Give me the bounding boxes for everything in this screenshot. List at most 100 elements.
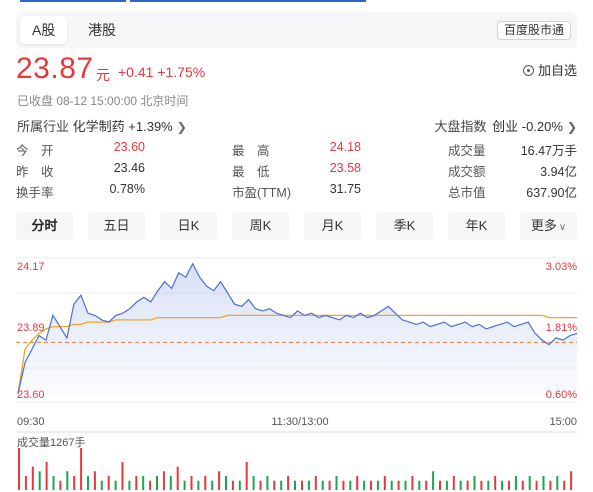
stat-value: 637.90亿 xyxy=(526,186,577,200)
volume-bar xyxy=(259,480,262,490)
volume-bar xyxy=(480,480,483,490)
volume-bar xyxy=(508,480,510,490)
volume-bar xyxy=(397,480,400,490)
pct-tick-mid: 1.81% xyxy=(546,322,577,334)
volume-bar xyxy=(80,448,83,490)
volume-bar xyxy=(121,462,124,490)
volume-bar xyxy=(294,480,296,490)
volume-bar xyxy=(135,476,138,490)
volume-bar xyxy=(411,476,414,490)
volume-bar xyxy=(335,476,338,490)
volume-bar xyxy=(404,480,407,490)
volume-bar xyxy=(24,476,27,490)
volume-bar xyxy=(197,480,200,490)
add-watchlist-label: 加自选 xyxy=(537,63,577,78)
volume-bar xyxy=(535,480,538,490)
period-tab-5day[interactable]: 五日 xyxy=(88,212,145,240)
volume-bar xyxy=(162,471,165,490)
volume-bar xyxy=(356,476,359,490)
volume-bar xyxy=(487,480,490,490)
volume-bar xyxy=(342,480,345,490)
volume-bar xyxy=(93,471,96,490)
stats-row: 今 开 23.60 最 高 24.18 成交量 16.47万手 xyxy=(16,140,577,160)
volume-bar xyxy=(432,471,435,490)
industry-name: 化学制药 xyxy=(72,119,125,134)
index-link[interactable]: 大盘指数 创业 -0.20% ❯ xyxy=(434,116,577,135)
volume-bar xyxy=(501,480,504,490)
volume-bar xyxy=(287,476,290,490)
volume-bars xyxy=(18,448,573,490)
volume-bar xyxy=(59,480,62,490)
price-unit: 元 xyxy=(96,67,110,83)
volume-bar xyxy=(452,476,455,490)
volume-bar xyxy=(425,480,428,490)
stat-value: 3.94亿 xyxy=(540,165,577,179)
industry-link[interactable]: 所属行业 化学制药 +1.39% ❯ xyxy=(17,116,187,135)
volume-bar xyxy=(383,476,386,490)
volume-bar xyxy=(321,480,324,490)
volume-bar xyxy=(466,480,469,490)
x-tick-close: 15:00 xyxy=(549,416,577,428)
add-watchlist-button[interactable]: 加自选 xyxy=(522,60,577,79)
y-tick-low: 23.60 xyxy=(17,389,45,401)
stat-label: 成交额 xyxy=(448,165,486,179)
stat-value: 23.46 xyxy=(113,161,145,175)
tab-a-shares[interactable]: A股 xyxy=(20,16,68,44)
baidu-stock-badge[interactable]: 百度股市通 xyxy=(496,21,571,40)
volume-bar xyxy=(31,466,34,490)
volume-bar xyxy=(38,471,41,490)
volume-bar xyxy=(238,480,241,490)
stat-value: 23.58 xyxy=(329,161,361,175)
top-link-underline xyxy=(0,0,593,4)
volume-bar xyxy=(328,480,331,490)
chevron-right-icon: ❯ xyxy=(566,120,577,134)
volume-bar xyxy=(494,476,497,490)
x-tick-open: 09:30 xyxy=(17,416,45,428)
stat-label: 昨 收 xyxy=(16,165,54,179)
intraday-chart[interactable]: 24.17 23.89 23.60 3.03% 1.81% 0.60% 09:3… xyxy=(0,250,593,492)
market-status: 已收盘 08-12 15:00:00 北京时间 xyxy=(17,94,189,108)
period-tab-quarterly[interactable]: 季K xyxy=(376,212,433,240)
volume-bar xyxy=(266,476,269,490)
volume-bar xyxy=(273,480,276,490)
period-tab-weekly[interactable]: 周K xyxy=(232,212,289,240)
volume-bar xyxy=(390,480,393,490)
volume-bar xyxy=(45,462,48,490)
volume-bar xyxy=(370,480,372,490)
market-tab-bar: A股 港股 百度股市通 xyxy=(16,12,577,48)
volume-bar xyxy=(521,480,524,490)
volume-bar xyxy=(459,480,462,490)
volume-bar xyxy=(563,480,566,490)
volume-bar xyxy=(418,480,421,490)
stat-value: 31.75 xyxy=(329,182,361,196)
y-tick-high: 24.17 xyxy=(17,261,45,273)
more-label: 更多 xyxy=(530,218,557,233)
tab-hk-shares[interactable]: 港股 xyxy=(76,16,128,44)
period-tab-daily[interactable]: 日K xyxy=(160,212,217,240)
volume-bar xyxy=(231,480,234,490)
volume-bar xyxy=(107,476,110,490)
volume-bar xyxy=(349,480,352,490)
volume-bar xyxy=(445,480,448,490)
volume-bar xyxy=(528,476,531,490)
stat-label: 换手率 xyxy=(16,186,54,200)
volume-bar xyxy=(252,476,255,490)
volume-bar xyxy=(307,480,310,490)
pct-tick-low: 0.60% xyxy=(546,389,577,401)
volume-bar xyxy=(149,480,152,490)
period-tab-more[interactable]: 更多 ∨ xyxy=(520,212,577,240)
period-tab-intraday[interactable]: 分时 xyxy=(16,212,73,240)
volume-bar xyxy=(114,480,117,490)
stat-label: 最 低 xyxy=(232,165,270,179)
volume-bar xyxy=(169,476,172,490)
volume-bar xyxy=(363,480,366,490)
volume-bar xyxy=(439,480,441,490)
link-underline-segment xyxy=(130,0,366,2)
period-tab-monthly[interactable]: 月K xyxy=(304,212,361,240)
volume-bar xyxy=(100,480,103,490)
volume-bar xyxy=(225,476,227,490)
volume-bar xyxy=(87,476,89,490)
volume-bar xyxy=(280,480,283,490)
volume-bar xyxy=(218,471,221,490)
period-tab-yearly[interactable]: 年K xyxy=(448,212,505,240)
